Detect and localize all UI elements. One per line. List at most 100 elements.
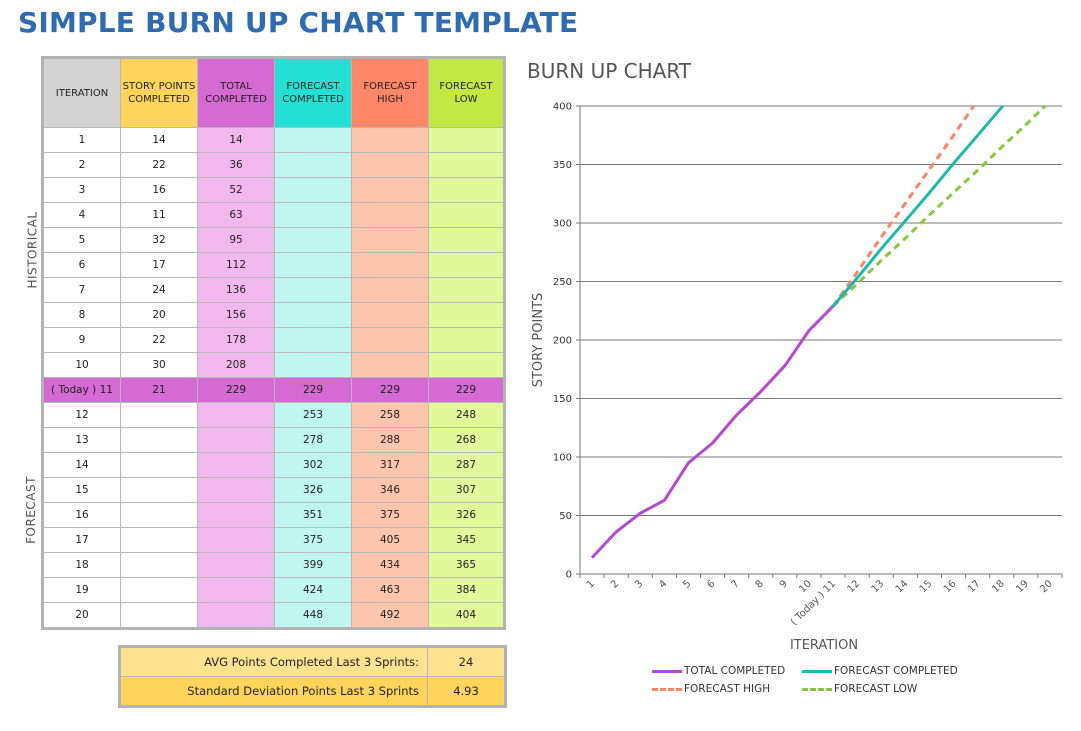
cell-total-completed[interactable]: 63 bbox=[197, 202, 275, 228]
cell-total-completed[interactable] bbox=[197, 552, 275, 578]
cell-total-completed[interactable] bbox=[197, 452, 275, 478]
cell-total-completed[interactable] bbox=[197, 577, 275, 603]
cell-forecast-completed[interactable]: 399 bbox=[274, 552, 352, 578]
cell-forecast-high[interactable]: 229 bbox=[351, 377, 429, 403]
cell-total-completed[interactable]: 112 bbox=[197, 252, 275, 278]
cell-story-points[interactable]: 22 bbox=[120, 152, 198, 178]
cell-forecast-low[interactable]: 229 bbox=[428, 377, 505, 403]
cell-forecast-high[interactable] bbox=[351, 252, 429, 278]
cell-iteration[interactable]: 18 bbox=[42, 552, 121, 578]
cell-story-points[interactable] bbox=[120, 452, 198, 478]
cell-forecast-completed[interactable]: 229 bbox=[274, 377, 352, 403]
cell-forecast-high[interactable] bbox=[351, 202, 429, 228]
cell-forecast-completed[interactable]: 278 bbox=[274, 427, 352, 453]
cell-forecast-high[interactable]: 317 bbox=[351, 452, 429, 478]
cell-story-points[interactable] bbox=[120, 527, 198, 553]
cell-forecast-low[interactable] bbox=[428, 127, 505, 153]
cell-forecast-low[interactable] bbox=[428, 277, 505, 303]
cell-story-points[interactable]: 14 bbox=[120, 127, 198, 153]
cell-forecast-completed[interactable]: 424 bbox=[274, 577, 352, 603]
cell-forecast-high[interactable]: 346 bbox=[351, 477, 429, 503]
cell-story-points[interactable] bbox=[120, 502, 198, 528]
cell-forecast-high[interactable]: 463 bbox=[351, 577, 429, 603]
cell-story-points[interactable]: 24 bbox=[120, 277, 198, 303]
cell-iteration[interactable]: 2 bbox=[42, 152, 121, 178]
cell-iteration[interactable]: 6 bbox=[42, 252, 121, 278]
cell-forecast-completed[interactable] bbox=[274, 252, 352, 278]
cell-total-completed[interactable] bbox=[197, 602, 275, 629]
cell-forecast-low[interactable] bbox=[428, 352, 505, 378]
cell-forecast-high[interactable] bbox=[351, 227, 429, 253]
cell-forecast-completed[interactable]: 302 bbox=[274, 452, 352, 478]
cell-story-points[interactable]: 20 bbox=[120, 302, 198, 328]
cell-forecast-completed[interactable] bbox=[274, 327, 352, 353]
cell-forecast-completed[interactable]: 253 bbox=[274, 402, 352, 428]
cell-iteration[interactable]: 4 bbox=[42, 202, 121, 228]
cell-forecast-completed[interactable] bbox=[274, 302, 352, 328]
cell-iteration[interactable]: 14 bbox=[42, 452, 121, 478]
cell-forecast-high[interactable]: 492 bbox=[351, 602, 429, 629]
cell-forecast-high[interactable] bbox=[351, 152, 429, 178]
cell-forecast-low[interactable] bbox=[428, 177, 505, 203]
cell-total-completed[interactable]: 136 bbox=[197, 277, 275, 303]
cell-forecast-completed[interactable]: 448 bbox=[274, 602, 352, 629]
cell-forecast-low[interactable] bbox=[428, 252, 505, 278]
cell-forecast-high[interactable]: 288 bbox=[351, 427, 429, 453]
cell-forecast-low[interactable] bbox=[428, 302, 505, 328]
cell-forecast-high[interactable]: 405 bbox=[351, 527, 429, 553]
cell-total-completed[interactable]: 14 bbox=[197, 127, 275, 153]
cell-iteration[interactable]: 10 bbox=[42, 352, 121, 378]
cell-iteration[interactable]: 20 bbox=[42, 602, 121, 629]
cell-iteration[interactable]: 8 bbox=[42, 302, 121, 328]
cell-forecast-high[interactable]: 434 bbox=[351, 552, 429, 578]
cell-story-points[interactable]: 22 bbox=[120, 327, 198, 353]
cell-total-completed[interactable] bbox=[197, 527, 275, 553]
cell-story-points[interactable] bbox=[120, 427, 198, 453]
cell-total-completed[interactable]: 178 bbox=[197, 327, 275, 353]
cell-story-points[interactable]: 17 bbox=[120, 252, 198, 278]
cell-forecast-low[interactable]: 404 bbox=[428, 602, 505, 629]
cell-forecast-completed[interactable]: 326 bbox=[274, 477, 352, 503]
cell-forecast-high[interactable]: 258 bbox=[351, 402, 429, 428]
cell-forecast-low[interactable]: 345 bbox=[428, 527, 505, 553]
cell-forecast-low[interactable]: 268 bbox=[428, 427, 505, 453]
cell-iteration[interactable]: 17 bbox=[42, 527, 121, 553]
cell-forecast-low[interactable] bbox=[428, 202, 505, 228]
cell-forecast-high[interactable] bbox=[351, 352, 429, 378]
cell-iteration[interactable]: 7 bbox=[42, 277, 121, 303]
cell-forecast-high[interactable] bbox=[351, 277, 429, 303]
cell-iteration[interactable]: 12 bbox=[42, 402, 121, 428]
cell-forecast-low[interactable]: 365 bbox=[428, 552, 505, 578]
cell-forecast-completed[interactable] bbox=[274, 227, 352, 253]
cell-story-points[interactable] bbox=[120, 477, 198, 503]
cell-total-completed[interactable] bbox=[197, 502, 275, 528]
cell-forecast-high[interactable] bbox=[351, 327, 429, 353]
cell-forecast-high[interactable] bbox=[351, 127, 429, 153]
cell-total-completed[interactable]: 208 bbox=[197, 352, 275, 378]
cell-story-points[interactable]: 30 bbox=[120, 352, 198, 378]
cell-forecast-completed[interactable] bbox=[274, 127, 352, 153]
cell-forecast-low[interactable] bbox=[428, 327, 505, 353]
cell-total-completed[interactable]: 95 bbox=[197, 227, 275, 253]
cell-iteration[interactable]: ( Today ) 11 bbox=[42, 377, 121, 403]
cell-forecast-completed[interactable] bbox=[274, 177, 352, 203]
cell-iteration[interactable]: 16 bbox=[42, 502, 121, 528]
cell-story-points[interactable]: 32 bbox=[120, 227, 198, 253]
cell-forecast-completed[interactable] bbox=[274, 152, 352, 178]
cell-story-points[interactable] bbox=[120, 552, 198, 578]
cell-story-points[interactable]: 16 bbox=[120, 177, 198, 203]
cell-forecast-completed[interactable] bbox=[274, 277, 352, 303]
cell-forecast-low[interactable]: 248 bbox=[428, 402, 505, 428]
cell-total-completed[interactable] bbox=[197, 427, 275, 453]
cell-story-points[interactable] bbox=[120, 402, 198, 428]
cell-forecast-completed[interactable] bbox=[274, 352, 352, 378]
cell-forecast-low[interactable] bbox=[428, 227, 505, 253]
cell-total-completed[interactable]: 229 bbox=[197, 377, 275, 403]
cell-forecast-low[interactable]: 326 bbox=[428, 502, 505, 528]
cell-iteration[interactable]: 3 bbox=[42, 177, 121, 203]
cell-forecast-completed[interactable] bbox=[274, 202, 352, 228]
cell-iteration[interactable]: 5 bbox=[42, 227, 121, 253]
cell-forecast-completed[interactable]: 351 bbox=[274, 502, 352, 528]
cell-iteration[interactable]: 15 bbox=[42, 477, 121, 503]
cell-story-points[interactable] bbox=[120, 602, 198, 629]
